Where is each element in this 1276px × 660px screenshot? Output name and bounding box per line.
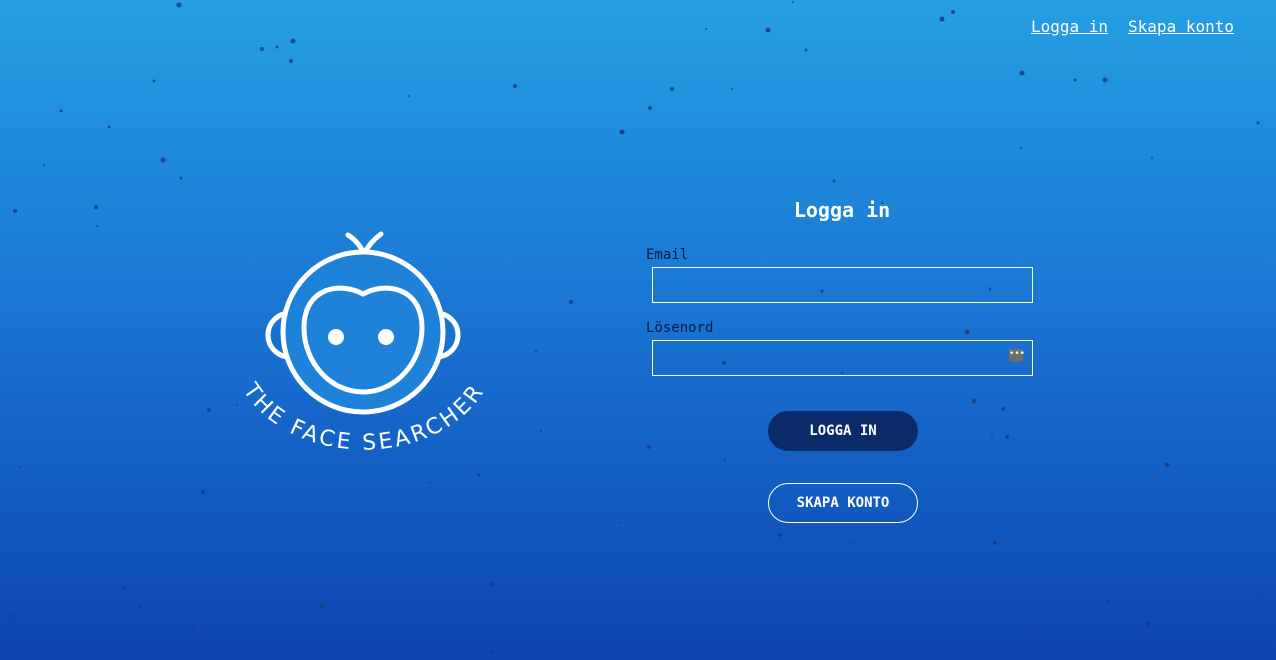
particle-dot [1073, 78, 1077, 82]
particle-dot [540, 430, 542, 432]
particle-dot [160, 157, 166, 163]
particle-dot [705, 28, 707, 30]
nav-signup-link[interactable]: Skapa konto [1128, 17, 1234, 36]
particle-dot [491, 582, 495, 586]
particle-dot [731, 88, 733, 90]
particle-dot [10, 614, 14, 618]
particle-dot [1020, 147, 1022, 149]
particle-dot [852, 543, 854, 545]
particle-dot [939, 16, 945, 22]
login-title: Logga in [793, 198, 891, 222]
particle-dot [951, 10, 955, 14]
face-searcher-logo: THE FACE SEARCHER [218, 222, 510, 480]
particle-dot [320, 604, 324, 608]
particle-dot [1106, 600, 1110, 604]
particle-dot [1102, 77, 1108, 83]
particle-dot [429, 482, 431, 484]
particle-dot [13, 209, 17, 213]
particle-dot [971, 398, 977, 404]
particle-dot [201, 490, 205, 494]
password-dots-icon[interactable]: ••• [1009, 349, 1025, 362]
particle-dot [778, 533, 782, 537]
particle-dot [513, 84, 517, 88]
password-field[interactable] [652, 340, 1033, 376]
particle-dot [804, 48, 808, 52]
particle-dot [275, 45, 279, 49]
particle-dot [1164, 462, 1170, 468]
particle-dot [569, 300, 573, 304]
particle-dot [1001, 407, 1005, 411]
particle-dot [964, 329, 970, 335]
particle-dot [123, 586, 127, 590]
password-label: Lösenord [646, 320, 714, 336]
particle-dot [792, 1, 794, 3]
top-navigation: Logga in Skapa konto [1031, 17, 1234, 36]
particle-dot [207, 408, 211, 412]
particle-dot [96, 225, 98, 227]
particle-dot [138, 604, 142, 608]
particle-dot [260, 47, 264, 51]
particle-dot [647, 445, 651, 449]
particle-dot [648, 106, 652, 110]
particle-dot [970, 647, 972, 649]
particle-dot [490, 649, 494, 653]
particle-dot [1261, 593, 1263, 595]
particle-dot [1066, 560, 1068, 562]
particle-dot [619, 522, 621, 524]
particle-dot [601, 554, 603, 556]
particle-dot [1151, 157, 1153, 159]
particle-dot [192, 627, 196, 631]
particle-dot [179, 176, 183, 180]
particle-dot [59, 109, 63, 113]
particle-dot [94, 205, 98, 209]
nav-login-link[interactable]: Logga in [1031, 17, 1108, 36]
particle-dot [43, 164, 45, 166]
particle-dot [724, 459, 726, 461]
particle-dot [289, 59, 293, 63]
email-label: Email [646, 247, 689, 263]
create-account-button[interactable]: SKAPA KONTO [768, 483, 918, 523]
particle-dot [1005, 435, 1009, 439]
email-field[interactable] [652, 267, 1033, 303]
particle-dot [502, 606, 506, 610]
login-button[interactable]: LOGGA IN [768, 411, 918, 451]
particle-dot [1027, 630, 1031, 634]
particle-dot [1191, 655, 1193, 657]
particle-dot [107, 125, 111, 129]
particle-dot [993, 541, 997, 545]
particle-dot [152, 79, 156, 83]
particle-dot [619, 129, 625, 135]
particle-dot [1019, 70, 1025, 76]
particle-dot [1146, 622, 1150, 626]
particle-dot [19, 466, 21, 468]
particle-dot [176, 2, 182, 8]
particle-dot [535, 350, 537, 352]
particle-dot [290, 38, 296, 44]
particle-dot [408, 95, 410, 97]
particle-dot [832, 179, 836, 183]
particle-dot [1256, 121, 1260, 125]
particle-dot [765, 27, 771, 33]
particle-dot [991, 436, 993, 438]
particle-dot [670, 87, 674, 91]
monkey-face-icon: THE FACE SEARCHER [237, 231, 487, 456]
particle-dot [608, 651, 612, 655]
background-particles [10, 1, 1263, 657]
